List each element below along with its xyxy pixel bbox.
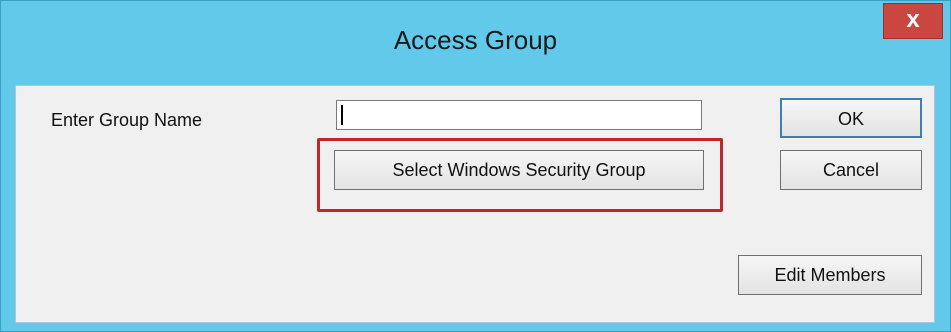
access-group-dialog: Access Group x Enter Group Name OK Selec… bbox=[0, 0, 951, 332]
title-bar[interactable]: Access Group x bbox=[1, 1, 950, 85]
text-caret bbox=[341, 105, 343, 125]
close-icon: x bbox=[906, 6, 920, 33]
group-name-label: Enter Group Name bbox=[51, 110, 203, 130]
cancel-button[interactable]: Cancel bbox=[780, 150, 922, 190]
close-button[interactable]: x bbox=[883, 3, 943, 39]
dialog-title: Access Group bbox=[393, 25, 558, 55]
group-name-input[interactable] bbox=[336, 100, 702, 130]
select-windows-security-group-button[interactable]: Select Windows Security Group bbox=[334, 150, 704, 190]
dialog-body: Enter Group Name OK Select Windows Secur… bbox=[15, 85, 935, 323]
ok-button[interactable]: OK bbox=[780, 98, 922, 138]
edit-members-button[interactable]: Edit Members bbox=[738, 255, 922, 295]
